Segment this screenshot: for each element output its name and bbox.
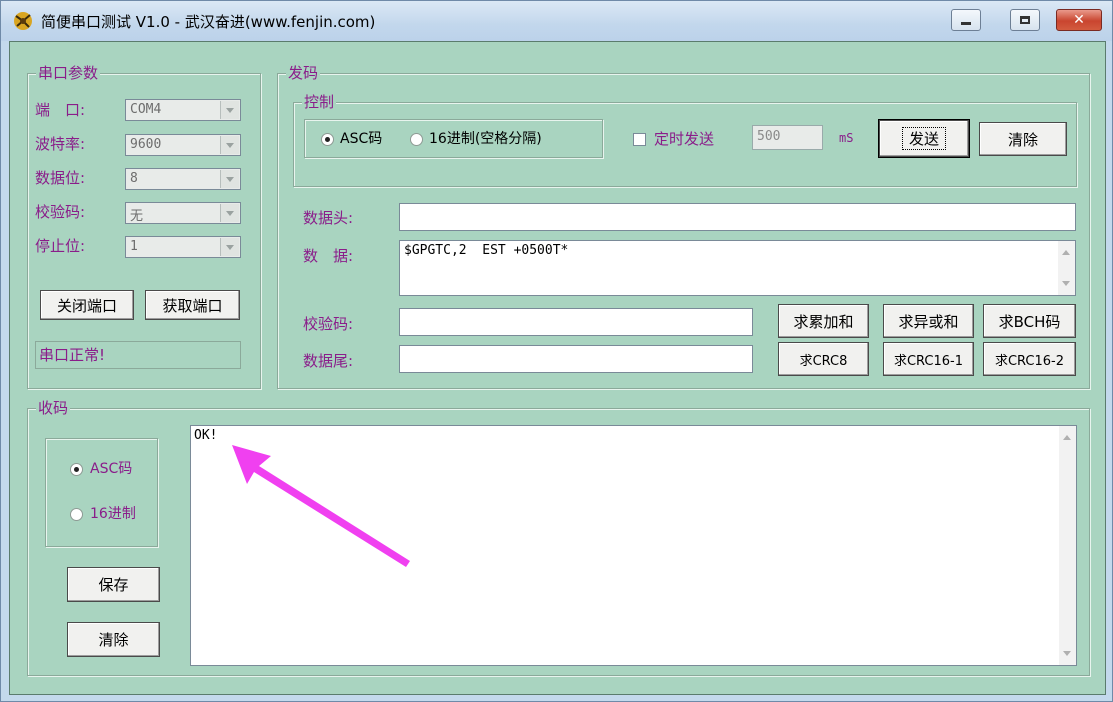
- maximize-button[interactable]: [1010, 9, 1040, 31]
- port-label: 端 口:: [35, 101, 86, 119]
- header-label: 数据头:: [303, 209, 354, 227]
- trailer-input[interactable]: [399, 345, 753, 373]
- client-area: 串口参数 端 口: COM4 波特率: 9600 数据位: 8 校验码: 无 停…: [9, 41, 1106, 695]
- checksum-label: 校验码:: [303, 315, 354, 333]
- chevron-down-icon: [226, 107, 234, 113]
- app-window: 简便串口测试 V1.0 - 武汉奋进(www.fenjin.com) ✕ 串口参…: [0, 0, 1113, 702]
- calc-bch-button[interactable]: 求BCH码: [983, 304, 1076, 338]
- interval-input[interactable]: 500: [752, 125, 823, 150]
- baud-value: 9600: [130, 137, 162, 152]
- window-title: 简便串口测试 V1.0 - 武汉奋进(www.fenjin.com): [41, 13, 376, 31]
- chevron-down-icon: [226, 244, 234, 250]
- receive-mode-box: ASC码 16进制: [45, 438, 158, 547]
- send-mode-asc-radio[interactable]: [321, 133, 334, 146]
- port-params-group-label: 串口参数: [36, 64, 101, 82]
- chevron-down-icon: [226, 210, 234, 216]
- databits-dropdown-button[interactable]: [220, 170, 239, 188]
- timed-send-label[interactable]: 定时发送: [654, 128, 714, 149]
- get-port-button[interactable]: 获取端口: [145, 290, 240, 320]
- port-value: COM4: [130, 102, 162, 117]
- control-group: 控制 ASC码 16进制(空格分隔) 定时发送 500 mS 发送 清除: [293, 93, 1077, 187]
- close-port-button[interactable]: 关闭端口: [40, 290, 134, 320]
- data-value: $GPGTC,2 EST +0500T*: [404, 243, 569, 258]
- chevron-down-icon: [226, 142, 234, 148]
- recv-mode-asc-radio[interactable]: [70, 463, 83, 476]
- receive-text: OK!: [194, 428, 218, 443]
- port-dropdown-button[interactable]: [220, 101, 239, 119]
- send-button-label: 发送: [901, 127, 946, 150]
- parity-value: 无: [130, 209, 144, 224]
- port-select[interactable]: COM4: [125, 99, 241, 121]
- scroll-up-icon[interactable]: [1062, 250, 1070, 255]
- calc-sum-button[interactable]: 求累加和: [778, 304, 869, 338]
- send-group: 发码 控制 ASC码 16进制(空格分隔) 定时发送 500 mS 发送 清除: [277, 64, 1090, 389]
- interval-unit: mS: [839, 131, 854, 145]
- calc-xor-button[interactable]: 求异或和: [883, 304, 974, 338]
- scroll-up-icon[interactable]: [1063, 435, 1071, 440]
- header-input[interactable]: [399, 203, 1076, 231]
- stopbits-value: 1: [130, 239, 138, 254]
- recv-mode-hex-radio[interactable]: [70, 508, 83, 521]
- stopbits-dropdown-button[interactable]: [220, 238, 239, 256]
- receive-scrollbar[interactable]: [1059, 426, 1076, 665]
- minimize-button[interactable]: [951, 9, 981, 31]
- databits-select[interactable]: 8: [125, 168, 241, 190]
- save-button[interactable]: 保存: [67, 567, 160, 602]
- stopbits-select[interactable]: 1: [125, 236, 241, 258]
- baud-select[interactable]: 9600: [125, 134, 241, 156]
- recv-mode-asc-label[interactable]: ASC码: [90, 458, 132, 478]
- recv-mode-hex-label[interactable]: 16进制: [90, 503, 136, 523]
- send-group-label: 发码: [286, 64, 321, 82]
- parity-select[interactable]: 无: [125, 202, 241, 224]
- send-button[interactable]: 发送: [879, 120, 969, 157]
- control-group-label: 控制: [302, 93, 337, 111]
- checksum-input[interactable]: [399, 308, 753, 336]
- port-status-text: 串口正常!: [35, 341, 241, 369]
- data-label: 数 据:: [303, 247, 354, 265]
- scroll-down-icon[interactable]: [1063, 651, 1071, 656]
- timed-send-checkbox[interactable]: [633, 133, 646, 146]
- receive-group: 收码 ASC码 16进制 保存 清除 OK!: [27, 399, 1090, 676]
- receive-clear-button[interactable]: 清除: [67, 622, 160, 657]
- parity-label: 校验码:: [35, 203, 86, 221]
- calc-crc16-2-button[interactable]: 求CRC16-2: [983, 342, 1076, 376]
- send-clear-button[interactable]: 清除: [979, 122, 1067, 156]
- calc-crc8-button[interactable]: 求CRC8: [778, 342, 869, 376]
- baud-dropdown-button[interactable]: [220, 136, 239, 154]
- close-button[interactable]: ✕: [1056, 9, 1102, 31]
- minimize-icon: [961, 21, 971, 25]
- app-icon: [14, 12, 32, 30]
- receive-textarea[interactable]: OK!: [190, 425, 1077, 666]
- baud-label: 波特率:: [35, 135, 86, 153]
- chevron-down-icon: [226, 176, 234, 182]
- calc-crc16-1-button[interactable]: 求CRC16-1: [883, 342, 974, 376]
- databits-value: 8: [130, 171, 138, 186]
- maximize-icon: [1020, 16, 1030, 24]
- title-bar[interactable]: 简便串口测试 V1.0 - 武汉奋进(www.fenjin.com) ✕: [1, 1, 1112, 41]
- trailer-label: 数据尾:: [303, 352, 354, 370]
- send-mode-hex-radio[interactable]: [410, 133, 423, 146]
- parity-dropdown-button[interactable]: [220, 204, 239, 222]
- port-params-group: 串口参数 端 口: COM4 波特率: 9600 数据位: 8 校验码: 无 停…: [27, 64, 261, 389]
- data-scrollbar[interactable]: [1058, 241, 1075, 295]
- close-icon: ✕: [1073, 12, 1085, 28]
- send-mode-hex-label[interactable]: 16进制(空格分隔): [429, 128, 542, 148]
- receive-group-label: 收码: [36, 399, 71, 417]
- interval-value: 500: [757, 129, 781, 144]
- stopbits-label: 停止位:: [35, 237, 86, 255]
- send-mode-asc-label[interactable]: ASC码: [340, 128, 382, 148]
- data-textarea[interactable]: $GPGTC,2 EST +0500T*: [399, 240, 1076, 296]
- scroll-down-icon[interactable]: [1062, 281, 1070, 286]
- databits-label: 数据位:: [35, 169, 86, 187]
